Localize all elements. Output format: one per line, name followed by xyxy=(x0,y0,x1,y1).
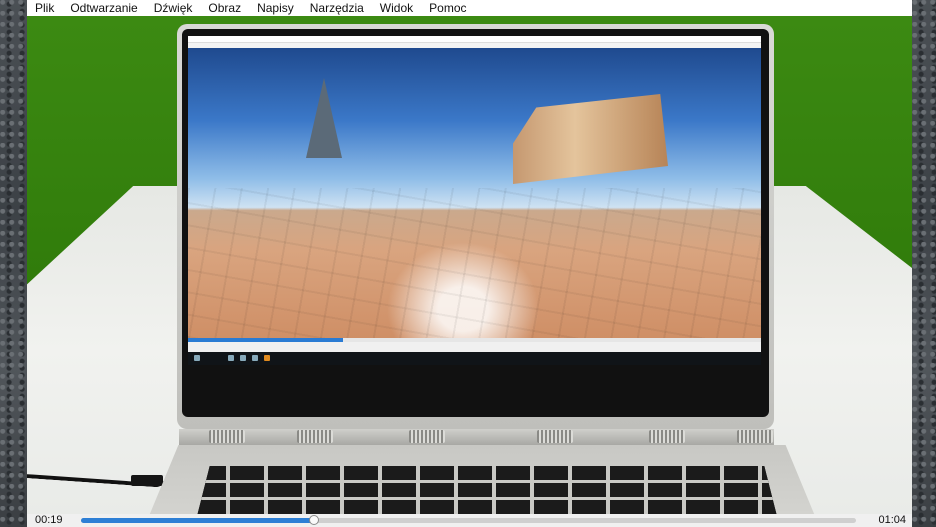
seek-handle[interactable] xyxy=(308,515,319,525)
stone-border-right xyxy=(912,0,936,527)
laptop-hinge xyxy=(179,429,774,445)
laptop-screen xyxy=(188,36,761,352)
eiffel-tower xyxy=(306,78,342,158)
elapsed-time: 00:19 xyxy=(35,514,63,526)
playback-bar: 00:19 01:04 xyxy=(27,514,912,527)
menu-pomoc[interactable]: Pomoc xyxy=(421,0,474,16)
taskbar-app-icon xyxy=(228,355,234,361)
menu-bar: Plik Odtwarzanie Dźwięk Obraz Napisy Nar… xyxy=(27,0,912,16)
vlc-cone-icon xyxy=(264,355,270,361)
stone-border-left xyxy=(0,0,27,527)
menu-odtwarzanie[interactable]: Odtwarzanie xyxy=(62,0,145,16)
inner-vlc-titlebar xyxy=(188,36,761,43)
menu-widok[interactable]: Widok xyxy=(372,0,421,16)
hinge-segment xyxy=(649,430,685,443)
hinge-segment xyxy=(409,430,445,443)
usb-plug xyxy=(131,475,163,486)
start-icon xyxy=(194,355,200,361)
video-frame[interactable] xyxy=(27,16,912,514)
menu-obraz[interactable]: Obraz xyxy=(200,0,249,16)
windows-taskbar xyxy=(188,352,761,365)
taskbar-app-icon xyxy=(240,355,246,361)
menu-narzedzia[interactable]: Narzędzia xyxy=(302,0,372,16)
laptop-keyboard xyxy=(192,466,782,514)
inner-controls xyxy=(188,342,761,352)
menu-dzwiek[interactable]: Dźwięk xyxy=(146,0,201,16)
hinge-segment xyxy=(737,430,773,443)
seek-slider[interactable] xyxy=(81,515,856,525)
hinge-segment xyxy=(537,430,573,443)
menu-napisy[interactable]: Napisy xyxy=(249,0,302,16)
panorama-video xyxy=(188,48,761,338)
trocadero-palace xyxy=(513,94,668,184)
plaza-tiles xyxy=(188,188,761,338)
total-time: 01:04 xyxy=(878,514,906,526)
seek-fill xyxy=(81,518,314,523)
hinge-segment xyxy=(297,430,333,443)
hinge-segment xyxy=(209,430,245,443)
menu-plik[interactable]: Plik xyxy=(27,0,62,16)
taskbar-app-icon xyxy=(252,355,258,361)
